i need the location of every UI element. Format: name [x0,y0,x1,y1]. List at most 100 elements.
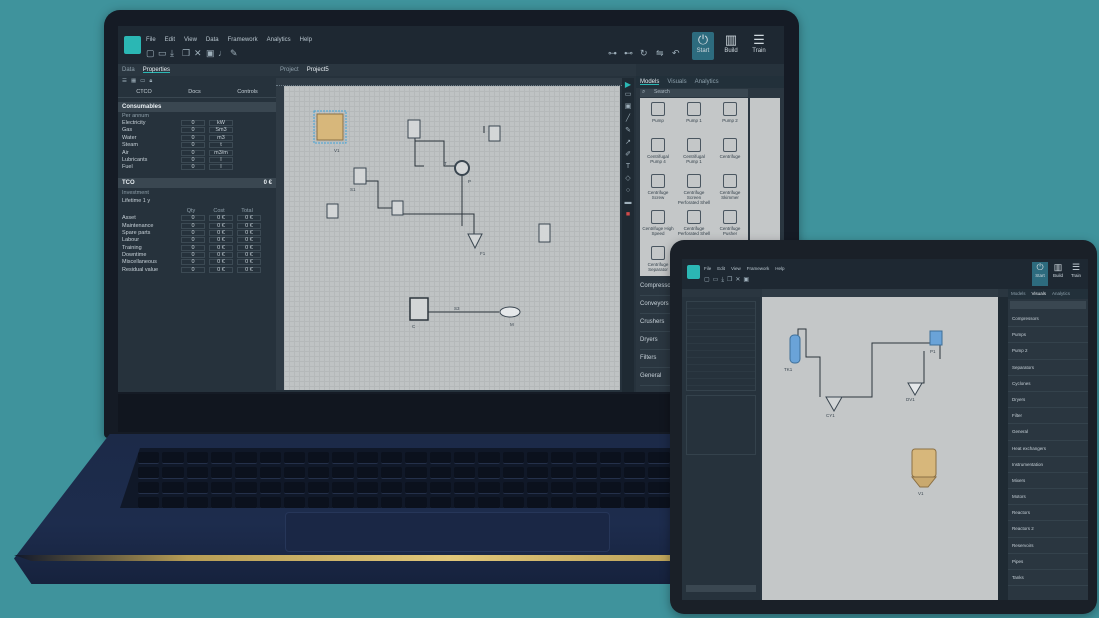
tablet-category-item[interactable]: Instrumentation [1008,457,1088,473]
valve-icon[interactable] [907,382,923,396]
tablet-category-item[interactable]: Pumps [1008,327,1088,344]
vessel-icon[interactable] [407,119,421,139]
lifetime-field[interactable]: Lifetime 1 y [118,198,276,204]
tablet-category-item[interactable]: Separators [1008,360,1088,376]
tab-data[interactable]: Data [122,67,135,73]
tab-analytics[interactable]: Analytics [695,79,719,85]
reactor-icon[interactable] [538,223,551,243]
tablet-category-item[interactable]: Reactors 2 [1008,521,1088,538]
tank-tk1-icon[interactable] [789,334,801,364]
arrow-icon[interactable]: ↗ [622,137,634,149]
tab-models[interactable]: Models [640,79,660,85]
tablet-category-item[interactable]: Filter [1008,408,1088,425]
music-icon[interactable]: ♩ [218,48,227,58]
lock-icon[interactable]: 🔒︎ [149,78,152,84]
tablet-tab-analytics[interactable]: Analytics [1052,291,1070,297]
tablet-menu-framework[interactable]: Framework [747,266,770,271]
tab-ctco[interactable]: CTCO [136,86,152,97]
cost-qty-field[interactable]: 0 [181,222,205,229]
cost-value-field[interactable]: 0 € [209,244,233,251]
cost-value-field[interactable]: 0 € [209,229,233,236]
open-folder-icon[interactable]: ▭ [158,48,167,59]
build-button[interactable]: ▥ Build [720,32,742,60]
cost-qty-field[interactable]: 0 [181,229,205,236]
cost-value-field[interactable]: 0 € [209,266,233,273]
tablet-category-item[interactable]: Motors [1008,489,1088,506]
tab-docs[interactable]: Docs [188,86,201,97]
separator-icon[interactable] [326,203,339,219]
cost-value-field[interactable]: 0 € [209,237,233,244]
pump-icon[interactable] [929,330,943,346]
consumable-value-field[interactable]: 0 [181,149,205,156]
line-icon[interactable]: ╱ [622,113,634,125]
tab-controls[interactable]: Controls [237,86,257,97]
cost-value-field[interactable]: 0 € [209,222,233,229]
text-icon[interactable]: T [622,161,634,173]
circle-icon[interactable]: ○ [622,185,634,197]
shape-icon[interactable]: ◇ [622,173,634,185]
start-button[interactable]: ⏻ Start [692,32,714,60]
folder-icon[interactable]: ▭ [140,78,145,84]
cyclone-icon[interactable] [825,396,843,413]
menu-help[interactable]: Help [300,37,312,43]
tablet-canvas[interactable]: TK1 V1 CY1 P1 DV1 [762,297,998,600]
menu-view[interactable]: View [184,37,197,43]
pen-icon[interactable]: ✎ [622,125,634,137]
undo-icon[interactable]: ↶ [672,48,680,59]
tablet-category-item[interactable]: Mixers [1008,473,1088,490]
consumable-value-field[interactable]: 0 [181,134,205,141]
tablet-menu-view[interactable]: View [731,266,741,271]
consumable-value-field[interactable]: 0 [181,120,205,126]
tablet-input[interactable] [686,585,756,592]
tablet-category-item[interactable]: Pump 2 [1008,343,1088,360]
heat-exchanger-icon[interactable] [409,297,429,321]
tablet-left-tabs[interactable] [682,289,760,297]
menu-edit[interactable]: Edit [165,37,175,43]
cost-value-field[interactable]: 0 € [209,252,233,259]
tablet-menu-help[interactable]: Help [775,266,784,271]
tablet-tab-visuals[interactable]: Visuals [1032,291,1046,297]
tablet-category-item[interactable]: Dryers [1008,392,1088,409]
save-icon[interactable]: ▣ [206,48,215,59]
menu-framework[interactable]: Framework [228,37,258,43]
delete-icon[interactable]: ✕ [194,48,202,59]
tab-project[interactable]: Project [280,67,299,73]
eraser-icon[interactable]: ▬ [622,197,634,209]
tab-visuals[interactable]: Visuals [667,79,686,85]
list-icon[interactable]: ☰ [122,78,127,84]
tablet-category-item[interactable]: Tanks [1008,570,1088,587]
tablet-train-button[interactable]: ☰ Train [1068,262,1084,286]
align-icon[interactable]: ⊶ [608,48,617,59]
tablet-build-button[interactable]: ▥ Build [1050,262,1066,286]
train-button[interactable]: ☰ Train [748,32,770,60]
motor-icon[interactable] [499,306,521,318]
filter-icon[interactable] [488,125,501,142]
tablet-category-item[interactable]: General [1008,424,1088,441]
menu-file[interactable]: File [146,37,156,43]
new-file-icon[interactable]: ▢ [146,48,155,59]
cost-qty-field[interactable]: 0 [181,244,205,251]
tablet-tab-models[interactable]: Models [1011,291,1026,297]
tank-v1-icon[interactable] [911,448,937,478]
cost-qty-field[interactable]: 0 [181,215,205,222]
consumable-value-field[interactable]: 0 [181,127,205,134]
tablet-category-item[interactable]: Pipes [1008,554,1088,570]
tablet-menu-file[interactable]: File [704,266,711,271]
brush-icon[interactable]: ✐ [622,149,634,161]
cost-qty-field[interactable]: 0 [181,237,205,244]
tablet-category-item[interactable]: Heat exchangers [1008,441,1088,457]
cost-qty-field[interactable]: 0 [181,259,205,266]
tablet-toolbar-icons[interactable]: ▢▭⤓❐✕▣ [704,276,752,284]
color-icon[interactable]: ■ [622,209,634,221]
valve-icon[interactable] [391,200,404,216]
grid-icon[interactable]: ▦ [131,78,136,84]
tablet-drawing-toolbar[interactable] [998,297,1008,600]
cost-qty-field[interactable]: 0 [181,252,205,259]
tablet-category-item[interactable]: Compressors [1008,311,1088,328]
download-icon[interactable]: ⤓ [170,48,174,59]
tab-project5[interactable]: Project5 [307,67,329,73]
mirror-icon[interactable]: ⇋ [656,48,664,59]
column-icon[interactable] [353,167,367,185]
consumable-value-field[interactable]: 0 [181,156,205,163]
tablet-category-item[interactable]: Cyclones [1008,376,1088,392]
